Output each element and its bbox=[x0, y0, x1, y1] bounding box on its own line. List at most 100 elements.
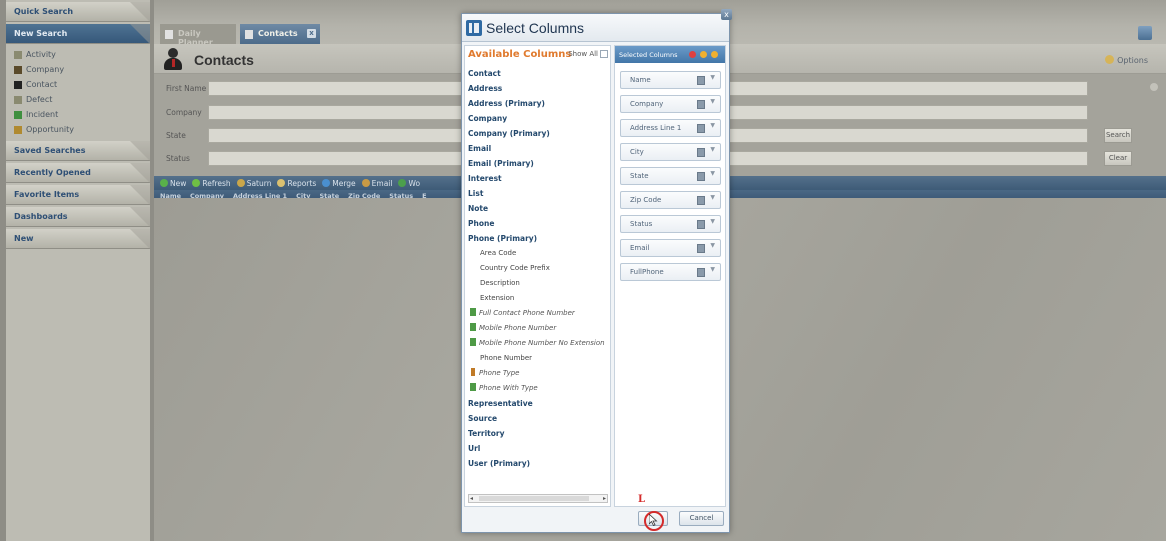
close-tab-icon[interactable]: x bbox=[307, 29, 316, 38]
available-column-item[interactable]: Phone Number bbox=[468, 351, 610, 366]
show-all-toggle[interactable]: Show All bbox=[568, 50, 608, 58]
sidebar-new-search[interactable]: New Search bbox=[6, 24, 150, 44]
toolbar-saturn-button[interactable]: Saturn bbox=[236, 179, 271, 188]
selected-column-item[interactable]: Company ▼ bbox=[620, 95, 721, 113]
chevron-down-icon[interactable]: ▼ bbox=[710, 266, 715, 273]
available-column-item[interactable]: Address bbox=[468, 81, 610, 96]
scroll-left-icon[interactable]: ◂ bbox=[470, 496, 473, 502]
sidebar-item-opportunity[interactable]: Opportunity bbox=[6, 121, 150, 136]
column-format-icon[interactable] bbox=[697, 268, 705, 277]
column-format-icon[interactable] bbox=[697, 76, 705, 85]
grid-column-header-cell[interactable]: State bbox=[319, 192, 339, 200]
available-column-item[interactable]: Company bbox=[468, 111, 610, 126]
toolbar-wo-button[interactable]: Wo bbox=[398, 179, 420, 188]
grid-column-header-cell[interactable]: City bbox=[296, 192, 310, 200]
selected-column-item[interactable]: Zip Code ▼ bbox=[620, 191, 721, 209]
available-column-item[interactable]: Representative bbox=[468, 396, 610, 411]
grid-column-header-cell[interactable]: Company bbox=[190, 192, 224, 200]
sidebar-item-contact[interactable]: Contact bbox=[6, 76, 150, 91]
scroll-thumb[interactable] bbox=[479, 496, 589, 501]
move-up-icon[interactable] bbox=[700, 51, 707, 58]
show-all-checkbox[interactable] bbox=[600, 50, 608, 58]
sidebar-section-recently-opened[interactable]: Recently Opened bbox=[6, 163, 150, 183]
tab-contacts[interactable]: Contacts x bbox=[240, 24, 320, 44]
selected-column-item[interactable]: Email ▼ bbox=[620, 239, 721, 257]
available-column-item[interactable]: Contact bbox=[468, 66, 610, 81]
chevron-down-icon[interactable]: ▼ bbox=[710, 146, 715, 153]
horizontal-scrollbar[interactable]: ◂ ▸ bbox=[468, 494, 608, 503]
sidebar-section-favorite-items[interactable]: Favorite Items bbox=[6, 185, 150, 205]
move-down-icon[interactable] bbox=[711, 51, 718, 58]
selected-column-item[interactable]: Name ▼ bbox=[620, 71, 721, 89]
sidebar-item-activity[interactable]: Activity bbox=[6, 46, 150, 61]
column-format-icon[interactable] bbox=[697, 172, 705, 181]
available-column-item[interactable]: Source bbox=[468, 411, 610, 426]
clear-button[interactable]: Clear bbox=[1104, 151, 1132, 166]
grid-column-header-cell[interactable]: Zip Code bbox=[348, 192, 380, 200]
chevron-down-icon[interactable]: ▼ bbox=[710, 242, 715, 249]
remove-icon[interactable] bbox=[689, 51, 696, 58]
close-icon[interactable]: x bbox=[721, 9, 732, 20]
scroll-right-icon[interactable]: ▸ bbox=[603, 496, 606, 502]
sidebar-item-defect[interactable]: Defect bbox=[6, 91, 150, 106]
column-format-icon[interactable] bbox=[697, 148, 705, 157]
available-column-item[interactable]: User (Primary) bbox=[468, 456, 610, 471]
available-column-item[interactable]: Mobile Phone Number No Extension bbox=[468, 336, 610, 351]
available-column-item[interactable]: Email (Primary) bbox=[468, 156, 610, 171]
available-column-item[interactable]: Phone Type bbox=[468, 366, 610, 381]
selected-column-item[interactable]: FullPhone ▼ bbox=[620, 263, 721, 281]
sidebar-quick-search[interactable]: Quick Search bbox=[6, 2, 150, 22]
selected-column-item[interactable]: Status ▼ bbox=[620, 215, 721, 233]
selected-column-item[interactable]: City ▼ bbox=[620, 143, 721, 161]
chevron-down-icon[interactable]: ▼ bbox=[710, 98, 715, 105]
available-column-item[interactable]: Extension bbox=[468, 291, 610, 306]
available-column-item[interactable]: Address (Primary) bbox=[468, 96, 610, 111]
available-column-item[interactable]: Mobile Phone Number bbox=[468, 321, 610, 336]
toolbar-reports-button[interactable]: Reports bbox=[277, 179, 316, 188]
available-column-item[interactable]: Territory bbox=[468, 426, 610, 441]
toolbar-refresh-button[interactable]: Refresh bbox=[192, 179, 231, 188]
chevron-down-icon[interactable]: ▼ bbox=[710, 122, 715, 129]
cancel-button[interactable]: Cancel bbox=[679, 511, 724, 526]
grid-column-header-cell[interactable]: Address Line 1 bbox=[233, 192, 287, 200]
available-column-item[interactable]: Area Code bbox=[468, 246, 610, 261]
sidebar-section-new[interactable]: New bbox=[6, 229, 150, 249]
available-column-item[interactable]: Note bbox=[468, 201, 610, 216]
sidebar-item-incident[interactable]: Incident bbox=[6, 106, 150, 121]
toolbar-merge-button[interactable]: Merge bbox=[322, 179, 356, 188]
available-column-item[interactable]: Company (Primary) bbox=[468, 126, 610, 141]
available-column-item[interactable]: Phone bbox=[468, 216, 610, 231]
column-format-icon[interactable] bbox=[697, 100, 705, 109]
selected-column-item[interactable]: State ▼ bbox=[620, 167, 721, 185]
available-column-item[interactable]: Country Code Prefix bbox=[468, 261, 610, 276]
refresh-icon[interactable] bbox=[1150, 83, 1158, 91]
column-format-icon[interactable] bbox=[697, 220, 705, 229]
sidebar-section-saved-searches[interactable]: Saved Searches bbox=[6, 141, 150, 161]
available-column-item[interactable]: Email bbox=[468, 141, 610, 156]
chevron-down-icon[interactable]: ▼ bbox=[710, 218, 715, 225]
available-column-item[interactable]: List bbox=[468, 186, 610, 201]
column-format-icon[interactable] bbox=[697, 244, 705, 253]
options-button[interactable]: Options bbox=[1105, 55, 1148, 65]
search-button[interactable]: Search bbox=[1104, 128, 1132, 143]
grid-column-header-cell[interactable]: E bbox=[422, 192, 426, 200]
chevron-down-icon[interactable]: ▼ bbox=[710, 170, 715, 177]
available-column-item[interactable]: Phone (Primary) bbox=[468, 231, 610, 246]
column-format-icon[interactable] bbox=[697, 196, 705, 205]
selected-column-item[interactable]: Address Line 1 ▼ bbox=[620, 119, 721, 137]
chevron-down-icon[interactable]: ▼ bbox=[710, 194, 715, 201]
column-format-icon[interactable] bbox=[697, 124, 705, 133]
available-column-item[interactable]: Url bbox=[468, 441, 610, 456]
toolbar-new-button[interactable]: New bbox=[160, 179, 186, 188]
available-column-item[interactable]: Interest bbox=[468, 171, 610, 186]
sidebar-section-dashboards[interactable]: Dashboards bbox=[6, 207, 150, 227]
available-column-item[interactable]: Full Contact Phone Number bbox=[468, 306, 610, 321]
chevron-down-icon[interactable]: ▼ bbox=[710, 74, 715, 81]
toolbar-email-button[interactable]: Email bbox=[361, 179, 392, 188]
grid-column-header-cell[interactable]: Status bbox=[389, 192, 413, 200]
grid-column-header-cell[interactable]: Name bbox=[160, 192, 181, 200]
available-column-item[interactable]: Phone With Type bbox=[468, 381, 610, 396]
sidebar-item-company[interactable]: Company bbox=[6, 61, 150, 76]
window-icon[interactable] bbox=[1138, 26, 1152, 40]
available-column-item[interactable]: Description bbox=[468, 276, 610, 291]
